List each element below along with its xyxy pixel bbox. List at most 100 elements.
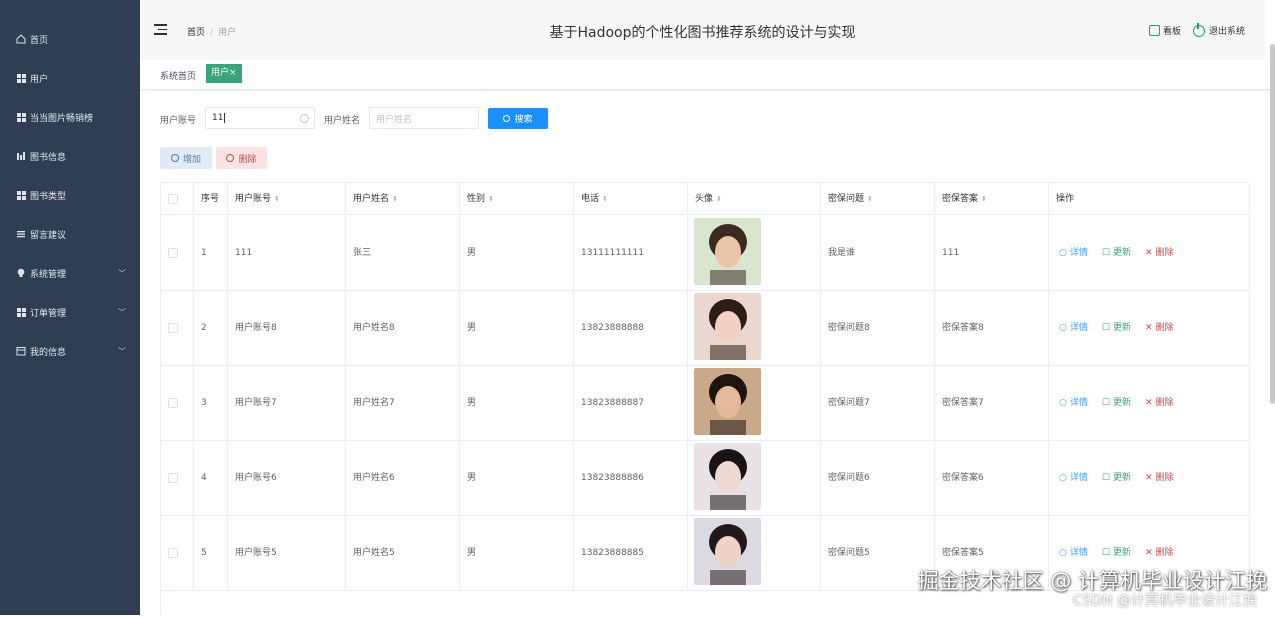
name-search-input[interactable]: 用户姓名 [369, 107, 479, 129]
view-button[interactable]: ○ 详情 [1059, 291, 1088, 366]
cell-gender: 男 [460, 291, 574, 366]
sidebar-item-users[interactable]: 用户 [0, 67, 140, 89]
cell-index: 3 [194, 366, 228, 441]
sidebar-item-label: 图书信息 [30, 152, 67, 163]
grid-icon [16, 190, 26, 200]
watermark-sub: CSDN @计算机毕业设计江挽 [1072, 593, 1257, 609]
cell-index: 5 [194, 516, 228, 591]
col-index: 序号 [194, 183, 228, 215]
search-button[interactable]: 搜索 [488, 108, 548, 129]
mouse-cursor [432, 136, 442, 148]
edit-icon: ☐ [1101, 473, 1110, 483]
cell-avatar [688, 216, 821, 291]
row-checkbox[interactable] [168, 323, 178, 333]
sidebar-item-label: 图书类型 [30, 191, 67, 202]
chevron-down-icon: ﹀ [118, 308, 126, 317]
table-row[interactable]: 2 用户账号8 用户姓名8 男 13823888888 密保问题8 密保答案8 ○ 详情 ☐ 更新 ✕… [161, 291, 1250, 366]
cell-phone: 13823888885 [574, 516, 688, 591]
name-label: 用户姓名 [324, 116, 361, 126]
batch-delete-button[interactable]: 删除 [216, 147, 267, 169]
close-icon[interactable]: × [229, 68, 237, 78]
cell-account: 111 [228, 216, 346, 291]
delete-button[interactable]: ✕ 删除 [1145, 441, 1174, 516]
delete-button[interactable]: ✕ 删除 [1145, 291, 1174, 366]
update-button[interactable]: ☐ 更新 [1102, 366, 1131, 441]
logout-link[interactable]: 退出系统 [1209, 24, 1245, 37]
close-icon: ✕ [1144, 248, 1153, 258]
col-name[interactable]: 用户姓名 ⬍ [346, 183, 460, 215]
sidebar-item-system[interactable]: 系统管理 ﹀ [0, 262, 140, 284]
row-checkbox[interactable] [168, 248, 178, 258]
cell-name: 用户姓名8 [346, 291, 460, 366]
view-button[interactable]: ○ 详情 [1059, 441, 1088, 516]
account-input-value: 11 [212, 113, 224, 123]
col-account[interactable]: 用户账号 ⬍ [228, 183, 346, 215]
cell-question: 密保问题7 [821, 366, 935, 441]
cell-gender: 男 [460, 516, 574, 591]
cell-index: 4 [194, 441, 228, 516]
sidebar-item-bestsellers[interactable]: 当当图片畅销榜 [0, 106, 140, 128]
sidebar-item-orders[interactable]: 订单管理 ﹀ [0, 301, 140, 323]
sidebar-item-label: 我的信息 [30, 347, 67, 358]
row-actions: ○ 详情 ☐ 更新 ✕ 删除 [1059, 366, 1188, 441]
col-gender[interactable]: 性别 ⬍ [460, 183, 574, 215]
sidebar-item-home[interactable]: 首页 [0, 28, 140, 50]
cell-gender: 男 [460, 366, 574, 441]
board-link[interactable]: 看板 [1163, 24, 1181, 37]
add-button[interactable]: 增加 [160, 147, 212, 169]
view-button[interactable]: ○ 详情 [1059, 216, 1088, 291]
table-row[interactable]: 1 111 张三男 13111111111 我是谁 111 ○ 详情 ☐ 更新 ✕ 删除 [161, 216, 1250, 291]
cell-answer: 密保答案6 [935, 441, 1049, 516]
account-label: 用户账号 [160, 116, 197, 126]
avatar[interactable] [694, 218, 761, 285]
grid-icon [16, 307, 26, 317]
clear-icon[interactable] [300, 114, 309, 123]
search-icon: ○ [1059, 473, 1067, 483]
table-row[interactable]: 3 用户账号7 用户姓名7 男 13823888887 密保问题7 密保答案7 ○ 详情 ☐ 更新 ✕… [161, 366, 1250, 441]
sidebar-item-label: 订单管理 [30, 308, 67, 319]
avatar[interactable] [694, 368, 761, 435]
cell-account: 用户账号6 [228, 441, 346, 516]
cell-name: 张三 [346, 216, 460, 291]
row-checkbox[interactable] [168, 548, 178, 558]
update-button[interactable]: ☐ 更新 [1102, 291, 1131, 366]
delete-button[interactable]: ✕ 删除 [1145, 366, 1174, 441]
view-button[interactable]: ○ 详情 [1059, 366, 1088, 441]
table-row[interactable]: 4 用户账号6 用户姓名6 男 13823888886 密保问题6 密保答案6 ○ 详情 ☐ 更新 ✕… [161, 441, 1250, 516]
scrollbar[interactable] [1270, 44, 1275, 404]
cell-account: 用户账号8 [228, 291, 346, 366]
user-table: 序号 用户账号 ⬍ 用户姓名 ⬍ 性别 ⬍ 电话 ⬍ 头像 ⬍ 密保问题 ⬍ 密保答案 ⬍ 操… [160, 182, 1250, 615]
account-search-input[interactable]: 11 [205, 107, 315, 129]
row-checkbox[interactable] [168, 473, 178, 483]
delete-button[interactable]: ✕ 删除 [1145, 216, 1174, 291]
cell-avatar [688, 291, 821, 366]
avatar[interactable] [694, 443, 761, 510]
select-all-cell [161, 183, 194, 215]
sidebar-item-my-info[interactable]: 我的信息 ﹀ [0, 340, 140, 362]
cell-operations: ○ 详情 ☐ 更新 ✕ 删除 [1049, 291, 1250, 366]
cell-avatar [688, 366, 821, 441]
update-button[interactable]: ☐ 更新 [1102, 216, 1131, 291]
cell-question: 我是谁 [821, 216, 935, 291]
col-question[interactable]: 密保问题 ⬍ [821, 183, 935, 215]
col-answer[interactable]: 密保答案 ⬍ [935, 183, 1049, 215]
avatar[interactable] [694, 518, 761, 585]
tag-users[interactable]: 用户× [206, 64, 242, 83]
cell-question: 密保问题6 [821, 441, 935, 516]
grid-icon [16, 112, 26, 122]
sidebar-item-messages[interactable]: 留言建议 [0, 223, 140, 245]
tag-home[interactable]: 系统首页 [160, 69, 196, 82]
col-phone[interactable]: 电话 ⬍ [574, 183, 688, 215]
select-all-checkbox[interactable] [168, 194, 178, 204]
tag-label: 用户 [211, 68, 230, 78]
avatar[interactable] [694, 293, 761, 360]
sidebar-item-book-type[interactable]: 图书类型 [0, 184, 140, 206]
chevron-down-icon: ﹀ [118, 269, 126, 278]
col-avatar[interactable]: 头像 ⬍ [688, 183, 821, 215]
update-button[interactable]: ☐ 更新 [1102, 441, 1131, 516]
close-icon: ✕ [1144, 398, 1153, 408]
sidebar-item-label: 当当图片畅销榜 [30, 113, 94, 124]
sidebar-item-book-info[interactable]: 图书信息 [0, 145, 140, 167]
row-checkbox[interactable] [168, 398, 178, 408]
cell-question: 密保问题8 [821, 291, 935, 366]
